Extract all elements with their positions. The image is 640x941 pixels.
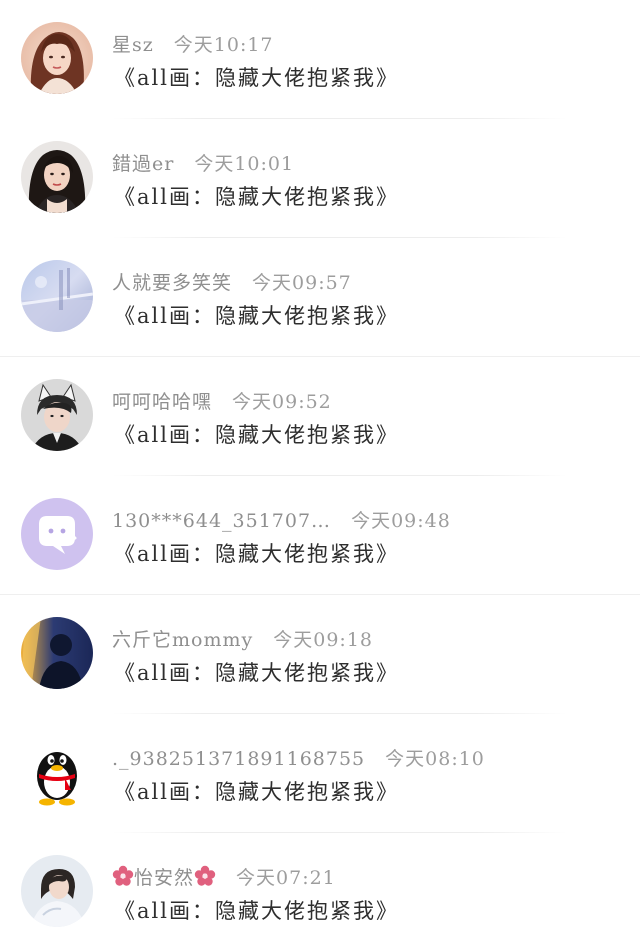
username[interactable]: 錯過er — [112, 153, 174, 175]
avatar-girl-white-shirt-icon[interactable] — [21, 855, 93, 927]
comment-text: 《all画：隐藏大佬抱紧我》 — [114, 780, 399, 804]
comment-item[interactable]: 錯過er 今天10:01 《all画：隐藏大佬抱紧我》 — [0, 119, 640, 238]
avatar-woman-photo-icon[interactable] — [21, 141, 93, 213]
timestamp: 今天08:10 — [385, 748, 485, 770]
pink-flower-icon — [112, 865, 134, 887]
comment-meta: 怡安然 今天07:21 — [112, 863, 336, 890]
username[interactable]: 怡安然 — [134, 867, 194, 889]
comment-text: 《all画：隐藏大佬抱紧我》 — [114, 542, 399, 566]
comment-item[interactable]: ._938251371891168755 今天08:10 《all画：隐藏大佬抱紧… — [0, 714, 640, 833]
comment-meta: 錯過er 今天10:01 — [112, 149, 294, 176]
comment-item[interactable]: 星sz 今天10:17 《all画：隐藏大佬抱紧我》 — [0, 0, 640, 119]
avatar-pastel-scene-icon[interactable] — [21, 260, 93, 332]
pink-flower-icon — [194, 865, 216, 887]
avatar-silhouette-sunset-icon[interactable] — [21, 617, 93, 689]
avatar-boy-cat-ears-icon[interactable] — [21, 379, 93, 451]
comment-item[interactable]: 人就要多笑笑 今天09:57 《all画：隐藏大佬抱紧我》 — [0, 238, 640, 357]
comment-text: 《all画：隐藏大佬抱紧我》 — [114, 66, 399, 90]
default-chat-bubble-avatar-icon[interactable] — [21, 498, 93, 570]
comment-text: 《all画：隐藏大佬抱紧我》 — [114, 185, 399, 209]
comment-item[interactable]: 呵呵哈哈嘿 今天09:52 《all画：隐藏大佬抱紧我》 — [0, 357, 640, 476]
timestamp: 今天09:52 — [232, 391, 332, 413]
comment-item[interactable]: 六斤它mommy 今天09:18 《all画：隐藏大佬抱紧我》 — [0, 595, 640, 714]
username[interactable]: 呵呵哈哈嘿 — [112, 391, 212, 413]
comment-meta: 人就要多笑笑 今天09:57 — [112, 268, 352, 295]
comment-meta: ._938251371891168755 今天08:10 — [112, 744, 485, 771]
timestamp: 今天10:17 — [173, 34, 274, 56]
comment-text: 《all画：隐藏大佬抱紧我》 — [114, 661, 399, 685]
username[interactable]: ._938251371891168755 — [112, 748, 365, 770]
comment-text: 《all画：隐藏大佬抱紧我》 — [114, 423, 399, 447]
comment-list: 星sz 今天10:17 《all画：隐藏大佬抱紧我》 錯過er 今天10:01 《a… — [0, 0, 640, 941]
username[interactable]: 星sz — [112, 34, 154, 56]
avatar-girl-photo-icon[interactable] — [21, 22, 93, 94]
username[interactable]: 130***644_351707… — [112, 510, 331, 532]
timestamp: 今天10:01 — [194, 153, 295, 175]
comment-text: 《all画：隐藏大佬抱紧我》 — [114, 899, 399, 923]
timestamp: 今天09:48 — [351, 510, 451, 532]
username[interactable]: 六斤它mommy — [112, 629, 253, 651]
timestamp: 今天09:57 — [252, 272, 352, 294]
timestamp: 今天07:21 — [236, 867, 336, 889]
comment-item[interactable]: 130***644_351707… 今天09:48 《all画：隐藏大佬抱紧我》 — [0, 476, 640, 595]
timestamp: 今天09:18 — [273, 629, 373, 651]
comment-meta: 呵呵哈哈嘿 今天09:52 — [112, 387, 332, 414]
qq-penguin-avatar-icon[interactable] — [21, 736, 93, 808]
comment-text: 《all画：隐藏大佬抱紧我》 — [114, 304, 399, 328]
username[interactable]: 人就要多笑笑 — [112, 272, 232, 294]
comment-meta: 130***644_351707… 今天09:48 — [112, 506, 451, 533]
comment-item[interactable]: 怡安然 今天07:21 《all画：隐藏大佬抱紧我》 — [0, 833, 640, 941]
comment-meta: 星sz 今天10:17 — [112, 30, 274, 57]
comment-meta: 六斤它mommy 今天09:18 — [112, 625, 373, 652]
